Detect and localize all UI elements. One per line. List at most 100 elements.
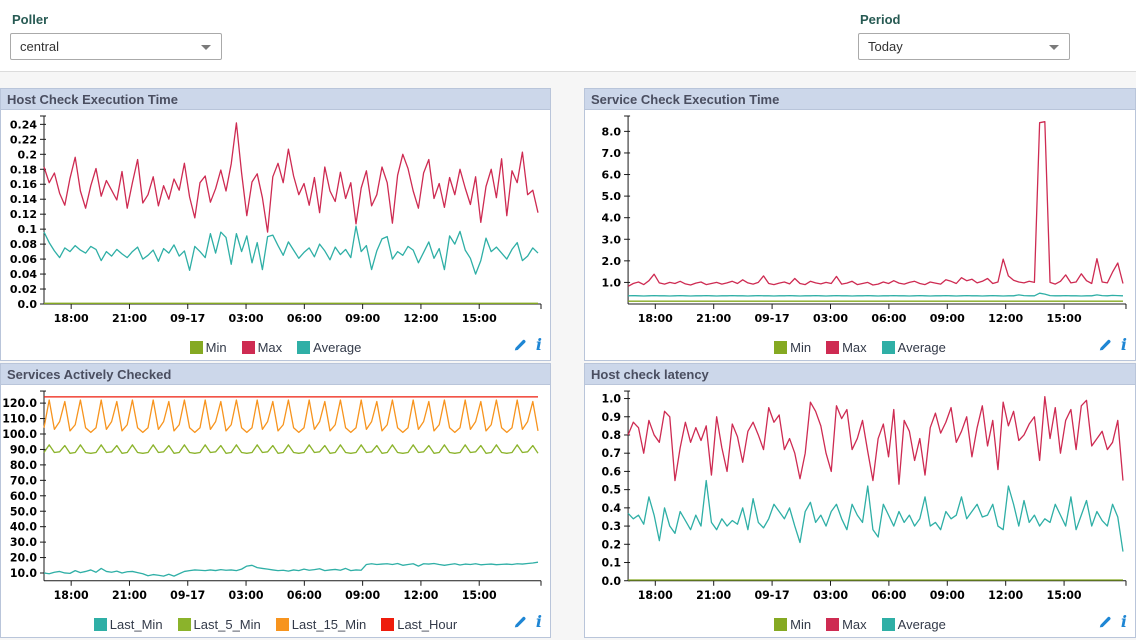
edit-pencil-icon[interactable] xyxy=(513,615,527,629)
svg-text:0.02: 0.02 xyxy=(10,283,37,296)
svg-text:09-17: 09-17 xyxy=(754,312,789,325)
svg-text:12:00: 12:00 xyxy=(403,312,438,325)
legend-row: Last_MinLast_5_MinLast_15_MinLast_Hour i xyxy=(1,611,550,637)
legend-item-last_min: Last_Min xyxy=(94,617,163,632)
legend-label: Min xyxy=(790,617,811,632)
panel-icons: i xyxy=(513,615,542,629)
chart-title: Service Check Execution Time xyxy=(585,89,1135,110)
svg-text:15:00: 15:00 xyxy=(1047,312,1082,325)
legend-row: MinMaxAverage i xyxy=(1,334,550,360)
svg-text:15:00: 15:00 xyxy=(1047,589,1082,602)
svg-text:5.0: 5.0 xyxy=(602,190,622,203)
legend-row: MinMaxAverage i xyxy=(585,611,1135,637)
panel-icons: i xyxy=(1098,615,1127,629)
poller-select-value: central xyxy=(20,39,59,54)
svg-text:0.9: 0.9 xyxy=(602,411,622,424)
svg-text:1.0: 1.0 xyxy=(602,276,622,289)
svg-text:110.0: 110.0 xyxy=(2,413,37,426)
panel-services-actively-checked: Services Actively Checked 10.020.030.040… xyxy=(0,363,551,638)
charts-grid: Host Check Execution Time 0.00.020.040.0… xyxy=(0,88,1136,638)
poller-filter: Poller central xyxy=(10,12,222,60)
legend-swatch-last_15_min xyxy=(276,618,289,631)
panel-host-check-execution-time: Host Check Execution Time 0.00.020.040.0… xyxy=(0,88,551,361)
legend-swatch-max xyxy=(826,618,839,631)
svg-text:70.0: 70.0 xyxy=(10,474,37,487)
legend-swatch-min xyxy=(774,618,787,631)
svg-text:0.2: 0.2 xyxy=(602,538,622,551)
legend-row: Min Max Average i xyxy=(585,334,1135,360)
svg-text:0.4: 0.4 xyxy=(602,502,622,515)
svg-text:18:00: 18:00 xyxy=(54,589,89,602)
svg-text:120.0: 120.0 xyxy=(2,397,37,410)
svg-text:0.06: 0.06 xyxy=(10,253,37,266)
period-select-value: Today xyxy=(868,39,903,54)
legend-label: Last_Hour xyxy=(397,617,457,632)
panel-service-check-execution-time: Service Check Execution Time 1.02.03.04.… xyxy=(584,88,1136,361)
chart-canvas-host-check-execution-time: 0.00.020.040.060.080.10.120.140.160.180.… xyxy=(1,110,550,334)
svg-text:50.0: 50.0 xyxy=(10,505,37,518)
chart-area: 0.00.020.040.060.080.10.120.140.160.180.… xyxy=(1,110,550,334)
panel-icons: i xyxy=(1098,338,1127,352)
svg-text:03:00: 03:00 xyxy=(229,312,264,325)
svg-text:21:00: 21:00 xyxy=(696,589,731,602)
svg-text:8.0: 8.0 xyxy=(602,125,622,138)
legend-label: Min xyxy=(790,340,811,355)
period-filter: Period Today xyxy=(858,12,1070,60)
svg-text:06:00: 06:00 xyxy=(871,589,906,602)
poller-select[interactable]: central xyxy=(10,33,222,60)
period-select[interactable]: Today xyxy=(858,33,1070,60)
svg-text:06:00: 06:00 xyxy=(871,312,906,325)
info-icon[interactable]: i xyxy=(536,615,542,629)
edit-pencil-icon[interactable] xyxy=(1098,615,1112,629)
svg-text:0.5: 0.5 xyxy=(602,484,622,497)
svg-text:09:00: 09:00 xyxy=(930,589,965,602)
legend: MinMaxAverage xyxy=(190,340,362,355)
chevron-down-icon xyxy=(201,45,211,50)
legend-item-max: Max xyxy=(826,340,867,355)
legend-label: Max xyxy=(258,340,283,355)
chart-canvas-services-actively-checked: 10.020.030.040.050.060.070.080.090.0100.… xyxy=(1,385,550,611)
svg-text:0.08: 0.08 xyxy=(10,238,37,251)
svg-text:12:00: 12:00 xyxy=(988,589,1023,602)
legend-item-min: Min xyxy=(774,340,811,355)
svg-text:100.0: 100.0 xyxy=(2,428,37,441)
edit-pencil-icon[interactable] xyxy=(1098,338,1112,352)
legend-label: Max xyxy=(842,617,867,632)
svg-text:09:00: 09:00 xyxy=(345,589,380,602)
legend-label: Average xyxy=(898,340,946,355)
info-icon[interactable]: i xyxy=(536,338,542,352)
svg-text:0.0: 0.0 xyxy=(602,575,622,588)
legend-item-last_hour: Last_Hour xyxy=(381,617,457,632)
svg-text:09:00: 09:00 xyxy=(930,312,965,325)
filters-bar: Poller central Period Today xyxy=(0,0,1136,72)
panel-icons: i xyxy=(513,338,542,352)
svg-text:15:00: 15:00 xyxy=(462,312,497,325)
edit-pencil-icon[interactable] xyxy=(513,338,527,352)
chart-area: 1.02.03.04.05.06.07.08.018:0021:0009-170… xyxy=(585,110,1135,334)
legend-swatch-max xyxy=(826,341,839,354)
svg-text:0.24: 0.24 xyxy=(10,118,37,131)
svg-text:0.1: 0.1 xyxy=(602,557,622,570)
legend-item-max: Max xyxy=(826,617,867,632)
chevron-down-icon xyxy=(1049,45,1059,50)
svg-text:30.0: 30.0 xyxy=(10,536,37,549)
legend-swatch-max xyxy=(242,341,255,354)
svg-text:0.3: 0.3 xyxy=(602,520,622,533)
svg-text:09:00: 09:00 xyxy=(345,312,380,325)
info-icon[interactable]: i xyxy=(1121,615,1127,629)
svg-text:21:00: 21:00 xyxy=(112,312,147,325)
svg-text:60.0: 60.0 xyxy=(10,490,37,503)
chart-area: 10.020.030.040.050.060.070.080.090.0100.… xyxy=(1,385,550,611)
svg-text:06:00: 06:00 xyxy=(287,589,322,602)
legend: Min Max Average xyxy=(774,340,946,355)
info-icon[interactable]: i xyxy=(1121,338,1127,352)
svg-text:03:00: 03:00 xyxy=(229,589,264,602)
legend-item-min: Min xyxy=(190,340,227,355)
svg-text:40.0: 40.0 xyxy=(10,521,37,534)
legend-item-average: Average xyxy=(882,340,946,355)
legend-item-last_15_min: Last_15_Min xyxy=(276,617,366,632)
legend-swatch-average xyxy=(882,618,895,631)
svg-text:06:00: 06:00 xyxy=(287,312,322,325)
svg-text:4.0: 4.0 xyxy=(602,212,622,225)
legend-swatch-last_5_min xyxy=(178,618,191,631)
